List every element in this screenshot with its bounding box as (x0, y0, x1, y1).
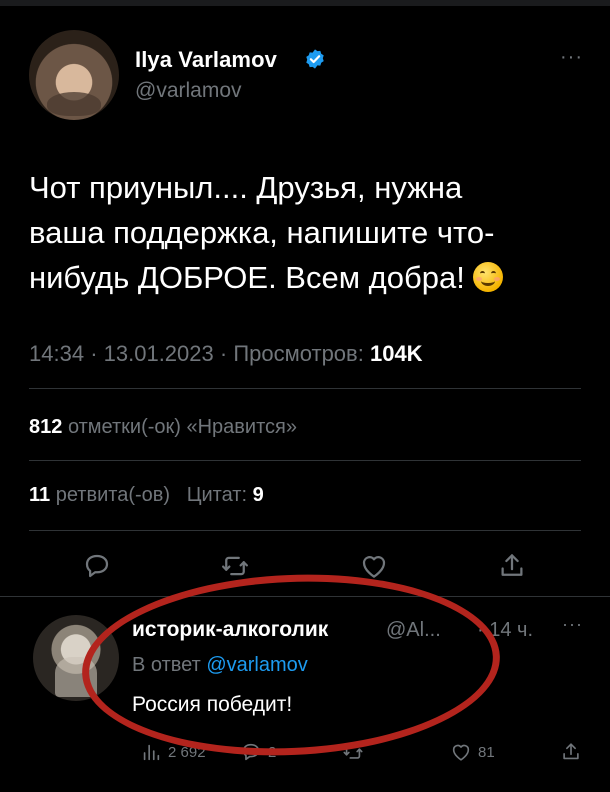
reply-icon (242, 743, 260, 761)
thread-divider (0, 596, 610, 597)
reply-views-count: 2 692 (168, 743, 206, 761)
more-options-icon[interactable]: ··· (560, 46, 583, 69)
share-icon[interactable] (497, 551, 527, 581)
retweets-label: ретвита(-ов) (55, 484, 171, 506)
like-icon (452, 744, 470, 761)
tweet-date[interactable]: 13.01.2023 (104, 341, 214, 366)
likes-count: 812 (29, 416, 63, 438)
smiling-face-icon (472, 262, 503, 292)
reply-icon[interactable] (82, 551, 112, 581)
retweets-stat[interactable]: 11 ретвита(-ов) (29, 484, 170, 506)
views-label: Просмотров: (233, 341, 364, 366)
share-icon (563, 743, 579, 760)
reply-text: Россия победит! (132, 693, 293, 716)
reply-to-label: В ответ (132, 654, 201, 676)
divider (29, 530, 581, 531)
views-count: 104K (369, 341, 423, 366)
tweet-text-line: ваша поддержка, напишите что- (29, 215, 495, 250)
reply-author-handle[interactable]: @Al... (386, 619, 441, 642)
reply-likes[interactable]: 81 (450, 741, 495, 763)
tweet-text-line-3: нибудь ДОБРОЕ. Всем добра! (29, 260, 465, 295)
author-handle[interactable]: @varlamov (135, 79, 242, 103)
meta-separator: · (219, 341, 228, 366)
tweet-time[interactable]: 14:34 (29, 341, 84, 366)
reply-to-link[interactable]: @varlamov (206, 654, 307, 676)
verified-badge-icon (304, 48, 326, 70)
divider (29, 388, 581, 389)
top-edge (0, 0, 610, 6)
retweet-icon[interactable] (220, 551, 250, 581)
tweet-text: Чот приуныл.... Друзья, нужна ваша подде… (29, 165, 579, 300)
retweets-quotes-stat: 11 ретвита(-ов) Цитат: 9 (29, 484, 264, 507)
reply-likes-count: 81 (478, 743, 495, 761)
reply-replies[interactable]: 2 (240, 741, 276, 763)
author-avatar[interactable] (29, 30, 119, 120)
views-icon (143, 744, 160, 761)
reply-replies-count: 2 (268, 743, 277, 761)
retweets-count: 11 (29, 484, 51, 506)
reply-share[interactable] (560, 741, 582, 763)
meta-separator: · (90, 341, 98, 366)
reply-separator: · (477, 619, 484, 641)
tweet-meta: 14:34 · 13.01.2023 · Просмотров: 104K (29, 341, 423, 367)
divider (29, 460, 581, 461)
quotes-label: Цитат: (186, 484, 248, 506)
reply-retweets[interactable] (342, 741, 370, 763)
reply-more-options-icon[interactable]: ··· (562, 614, 583, 635)
like-icon[interactable] (359, 551, 389, 581)
likes-label: отметки(-ок) «Нравится» (67, 416, 297, 438)
retweet-icon (343, 745, 363, 759)
author-name[interactable]: Ilya Varlamov (135, 47, 277, 73)
tweet-text-line: Чот приуныл.... Друзья, нужна (29, 170, 463, 205)
quotes-stat[interactable]: Цитат: 9 (187, 484, 264, 506)
likes-stat[interactable]: 812 отметки(-ок) «Нравится» (29, 416, 297, 439)
tweet-text-line: нибудь ДОБРОЕ. Всем добра! (29, 255, 579, 300)
reply-to-line: В ответ @varlamov (132, 654, 308, 677)
reply-author-name[interactable]: историк-алкоголик (132, 618, 328, 642)
reply-avatar[interactable] (33, 615, 119, 701)
reply-time[interactable]: · 14 ч. (477, 619, 533, 642)
reply-time-value: 14 ч. (489, 619, 534, 641)
quotes-count: 9 (252, 484, 264, 506)
reply-views[interactable]: 2 692 (140, 741, 206, 763)
